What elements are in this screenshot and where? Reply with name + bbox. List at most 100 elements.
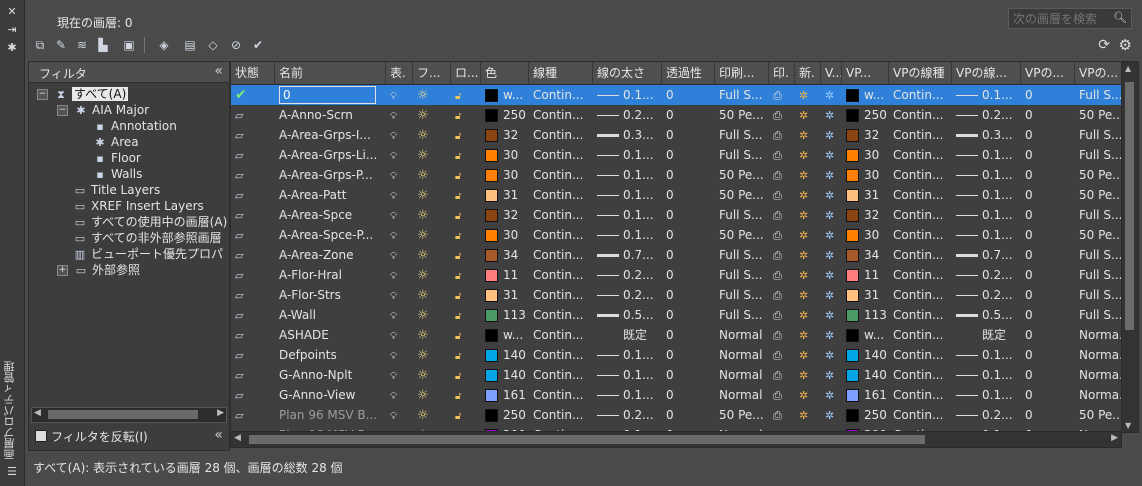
vp-linetype-value[interactable]: Contin... — [893, 288, 943, 302]
vp-lineweight-value[interactable]: 0.7... — [982, 248, 1013, 262]
lineweight-value[interactable]: 0.1... — [623, 88, 654, 102]
unlocked-padlock-icon[interactable]: 🔓︎ — [455, 91, 461, 102]
close-icon[interactable]: ✕ — [6, 6, 18, 18]
layer-row[interactable]: ▱ A-Area-Grps-Li... 💡︎ ☼ 🔓︎ 30 Contin... 0.1...… — [231, 145, 1121, 165]
horizontal-scrollbar[interactable]: ◀ ▶ — [230, 431, 1122, 448]
printer-icon[interactable]: ⎙ — [773, 89, 782, 102]
new-property-filter-icon[interactable]: ⧉ — [32, 37, 48, 53]
layer-row[interactable]: ▱ A-Flor-Strs 💡︎ ☼ 🔓︎ 31 Contin... 0.2... 0 Full … — [231, 285, 1121, 305]
layer-name[interactable]: A-Area-Spce — [279, 208, 352, 222]
printer-icon[interactable]: ⎙ — [773, 129, 782, 142]
color-value[interactable]: 161 — [503, 388, 526, 402]
sun-thawed-icon[interactable]: ☼ — [417, 368, 429, 383]
vp-color-value[interactable]: 32 — [864, 128, 879, 142]
column-header[interactable]: 印. — [769, 62, 795, 84]
sun-thawed-icon[interactable]: ☼ — [417, 268, 429, 283]
plot-style-value[interactable]: 50 Pe... — [719, 228, 764, 242]
lightbulb-on-icon[interactable]: 💡︎ — [390, 151, 397, 162]
unlocked-padlock-icon[interactable]: 🔓︎ — [455, 291, 461, 302]
vp-color-value[interactable]: w... — [864, 328, 884, 342]
printer-icon[interactable]: ⎙ — [773, 369, 782, 382]
printer-icon[interactable]: ⎙ — [773, 249, 782, 262]
vp-color-value[interactable]: 113 — [864, 308, 887, 322]
vp-lineweight-value[interactable]: 0.1... — [982, 88, 1013, 102]
lightbulb-on-icon[interactable]: 💡︎ — [390, 171, 397, 182]
layer-name[interactable]: G-Anno-Nplt — [279, 368, 352, 382]
vp-transparency-value[interactable]: 0 — [1025, 188, 1033, 202]
new-group-filter-icon[interactable]: ✎ — [53, 37, 69, 53]
vp-transparency-value[interactable]: 0 — [1025, 408, 1033, 422]
vp-lineweight-value[interactable]: 0.2... — [982, 288, 1013, 302]
vp-color-value[interactable]: 34 — [864, 248, 879, 262]
vp-color-swatch[interactable] — [846, 349, 859, 362]
sun-thawed-icon[interactable]: ☼ — [417, 228, 429, 243]
vp-transparency-value[interactable]: 0 — [1025, 308, 1033, 322]
vp-linetype-value[interactable]: Contin... — [893, 308, 943, 322]
scroll-left-arrow-icon[interactable]: ◀ — [234, 433, 241, 443]
sun-thawed-icon[interactable]: ☼ — [417, 328, 429, 343]
transparency-value[interactable]: 0 — [666, 348, 674, 362]
linetype-value[interactable]: Contin... — [533, 188, 583, 202]
filter-tree-item[interactable]: ▪ Annotation — [93, 118, 177, 134]
linetype-value[interactable]: Contin... — [533, 368, 583, 382]
color-value[interactable]: w... — [503, 88, 523, 102]
filter-tree-item[interactable]: ▪ Walls — [93, 166, 142, 182]
lightbulb-on-icon[interactable]: 💡︎ — [390, 411, 397, 422]
vp-freeze-icon[interactable]: ✲ — [825, 129, 834, 142]
layer-name[interactable]: A-Area-Grps-I... — [279, 128, 371, 142]
vp-lineweight-value[interactable]: 0.2... — [982, 108, 1013, 122]
scroll-left-arrow-icon[interactable]: ◀ — [34, 408, 41, 418]
vp-linetype-value[interactable]: Contin... — [893, 348, 943, 362]
vp-linetype-value[interactable]: Contin... — [893, 268, 943, 282]
column-header[interactable]: 印刷... — [715, 62, 769, 84]
vp-color-value[interactable]: 250 — [864, 108, 887, 122]
unlocked-padlock-icon[interactable]: 🔓︎ — [455, 191, 461, 202]
lightbulb-on-icon[interactable]: 💡︎ — [390, 231, 397, 242]
vp-lineweight-value[interactable]: 0.1... — [982, 348, 1013, 362]
vp-linetype-value[interactable]: Contin... — [893, 88, 943, 102]
search-input[interactable] — [1009, 9, 1117, 28]
set-current-icon[interactable]: ✔ — [250, 37, 266, 53]
layer-name[interactable]: A-Area-Patt — [279, 188, 346, 202]
linetype-value[interactable]: Contin... — [533, 168, 583, 182]
sun-thawed-icon[interactable]: ☼ — [417, 108, 429, 123]
column-header[interactable]: VPの線... — [952, 62, 1021, 84]
vp-lineweight-value[interactable]: 0.1... — [982, 208, 1013, 222]
printer-icon[interactable]: ⎙ — [773, 329, 782, 342]
transparency-value[interactable]: 0 — [666, 128, 674, 142]
color-value[interactable]: 30 — [503, 148, 518, 162]
vp-plot-style-value[interactable]: Full S... — [1079, 208, 1121, 222]
column-header[interactable]: 色 — [481, 62, 529, 84]
transparency-value[interactable]: 0 — [666, 188, 674, 202]
layer-name[interactable]: Defpoints — [279, 348, 337, 362]
unlocked-padlock-icon[interactable]: 🔓︎ — [455, 271, 461, 282]
vp-freeze-icon[interactable]: ✲ — [825, 349, 834, 362]
vp-plot-style-value[interactable]: Full S... — [1079, 248, 1121, 262]
new-vp-freeze-icon[interactable]: ✲ — [799, 209, 808, 222]
vp-color-swatch[interactable] — [846, 189, 859, 202]
layer-name[interactable]: Plan 96 MSV B... — [279, 408, 377, 422]
vp-plot-style-value[interactable]: Norma... — [1079, 328, 1121, 342]
sun-thawed-icon[interactable]: ☼ — [417, 288, 429, 303]
vp-transparency-value[interactable]: 0 — [1025, 148, 1033, 162]
vp-freeze-icon[interactable]: ✲ — [825, 249, 834, 262]
column-header[interactable]: VPの... — [1075, 62, 1121, 84]
vp-linetype-value[interactable]: Contin... — [893, 228, 943, 242]
invert-filter-label[interactable]: フィルタを反転(I) — [51, 428, 148, 445]
unlocked-padlock-icon[interactable]: 🔓︎ — [455, 151, 461, 162]
printer-icon[interactable]: ⎙ — [773, 389, 782, 402]
lineweight-value[interactable]: 0.1... — [623, 368, 654, 382]
lightbulb-on-icon[interactable]: 💡︎ — [390, 211, 397, 222]
column-header[interactable]: VP... — [842, 62, 889, 84]
printer-icon[interactable]: ⎙ — [773, 269, 782, 282]
vp-plot-style-value[interactable]: Norma... — [1079, 348, 1121, 362]
vp-transparency-value[interactable]: 0 — [1025, 248, 1033, 262]
plot-style-value[interactable]: Normal — [719, 368, 762, 382]
column-header[interactable]: 線種 — [529, 62, 593, 84]
scroll-down-arrow-icon[interactable]: ▼ — [1125, 421, 1131, 430]
lightbulb-on-icon[interactable]: 💡︎ — [390, 271, 397, 282]
new-layer-vp-frozen-icon[interactable]: ▤ — [182, 37, 198, 53]
column-header[interactable]: V... — [821, 62, 842, 84]
transparency-value[interactable]: 0 — [666, 228, 674, 242]
vp-color-swatch[interactable] — [846, 329, 859, 342]
